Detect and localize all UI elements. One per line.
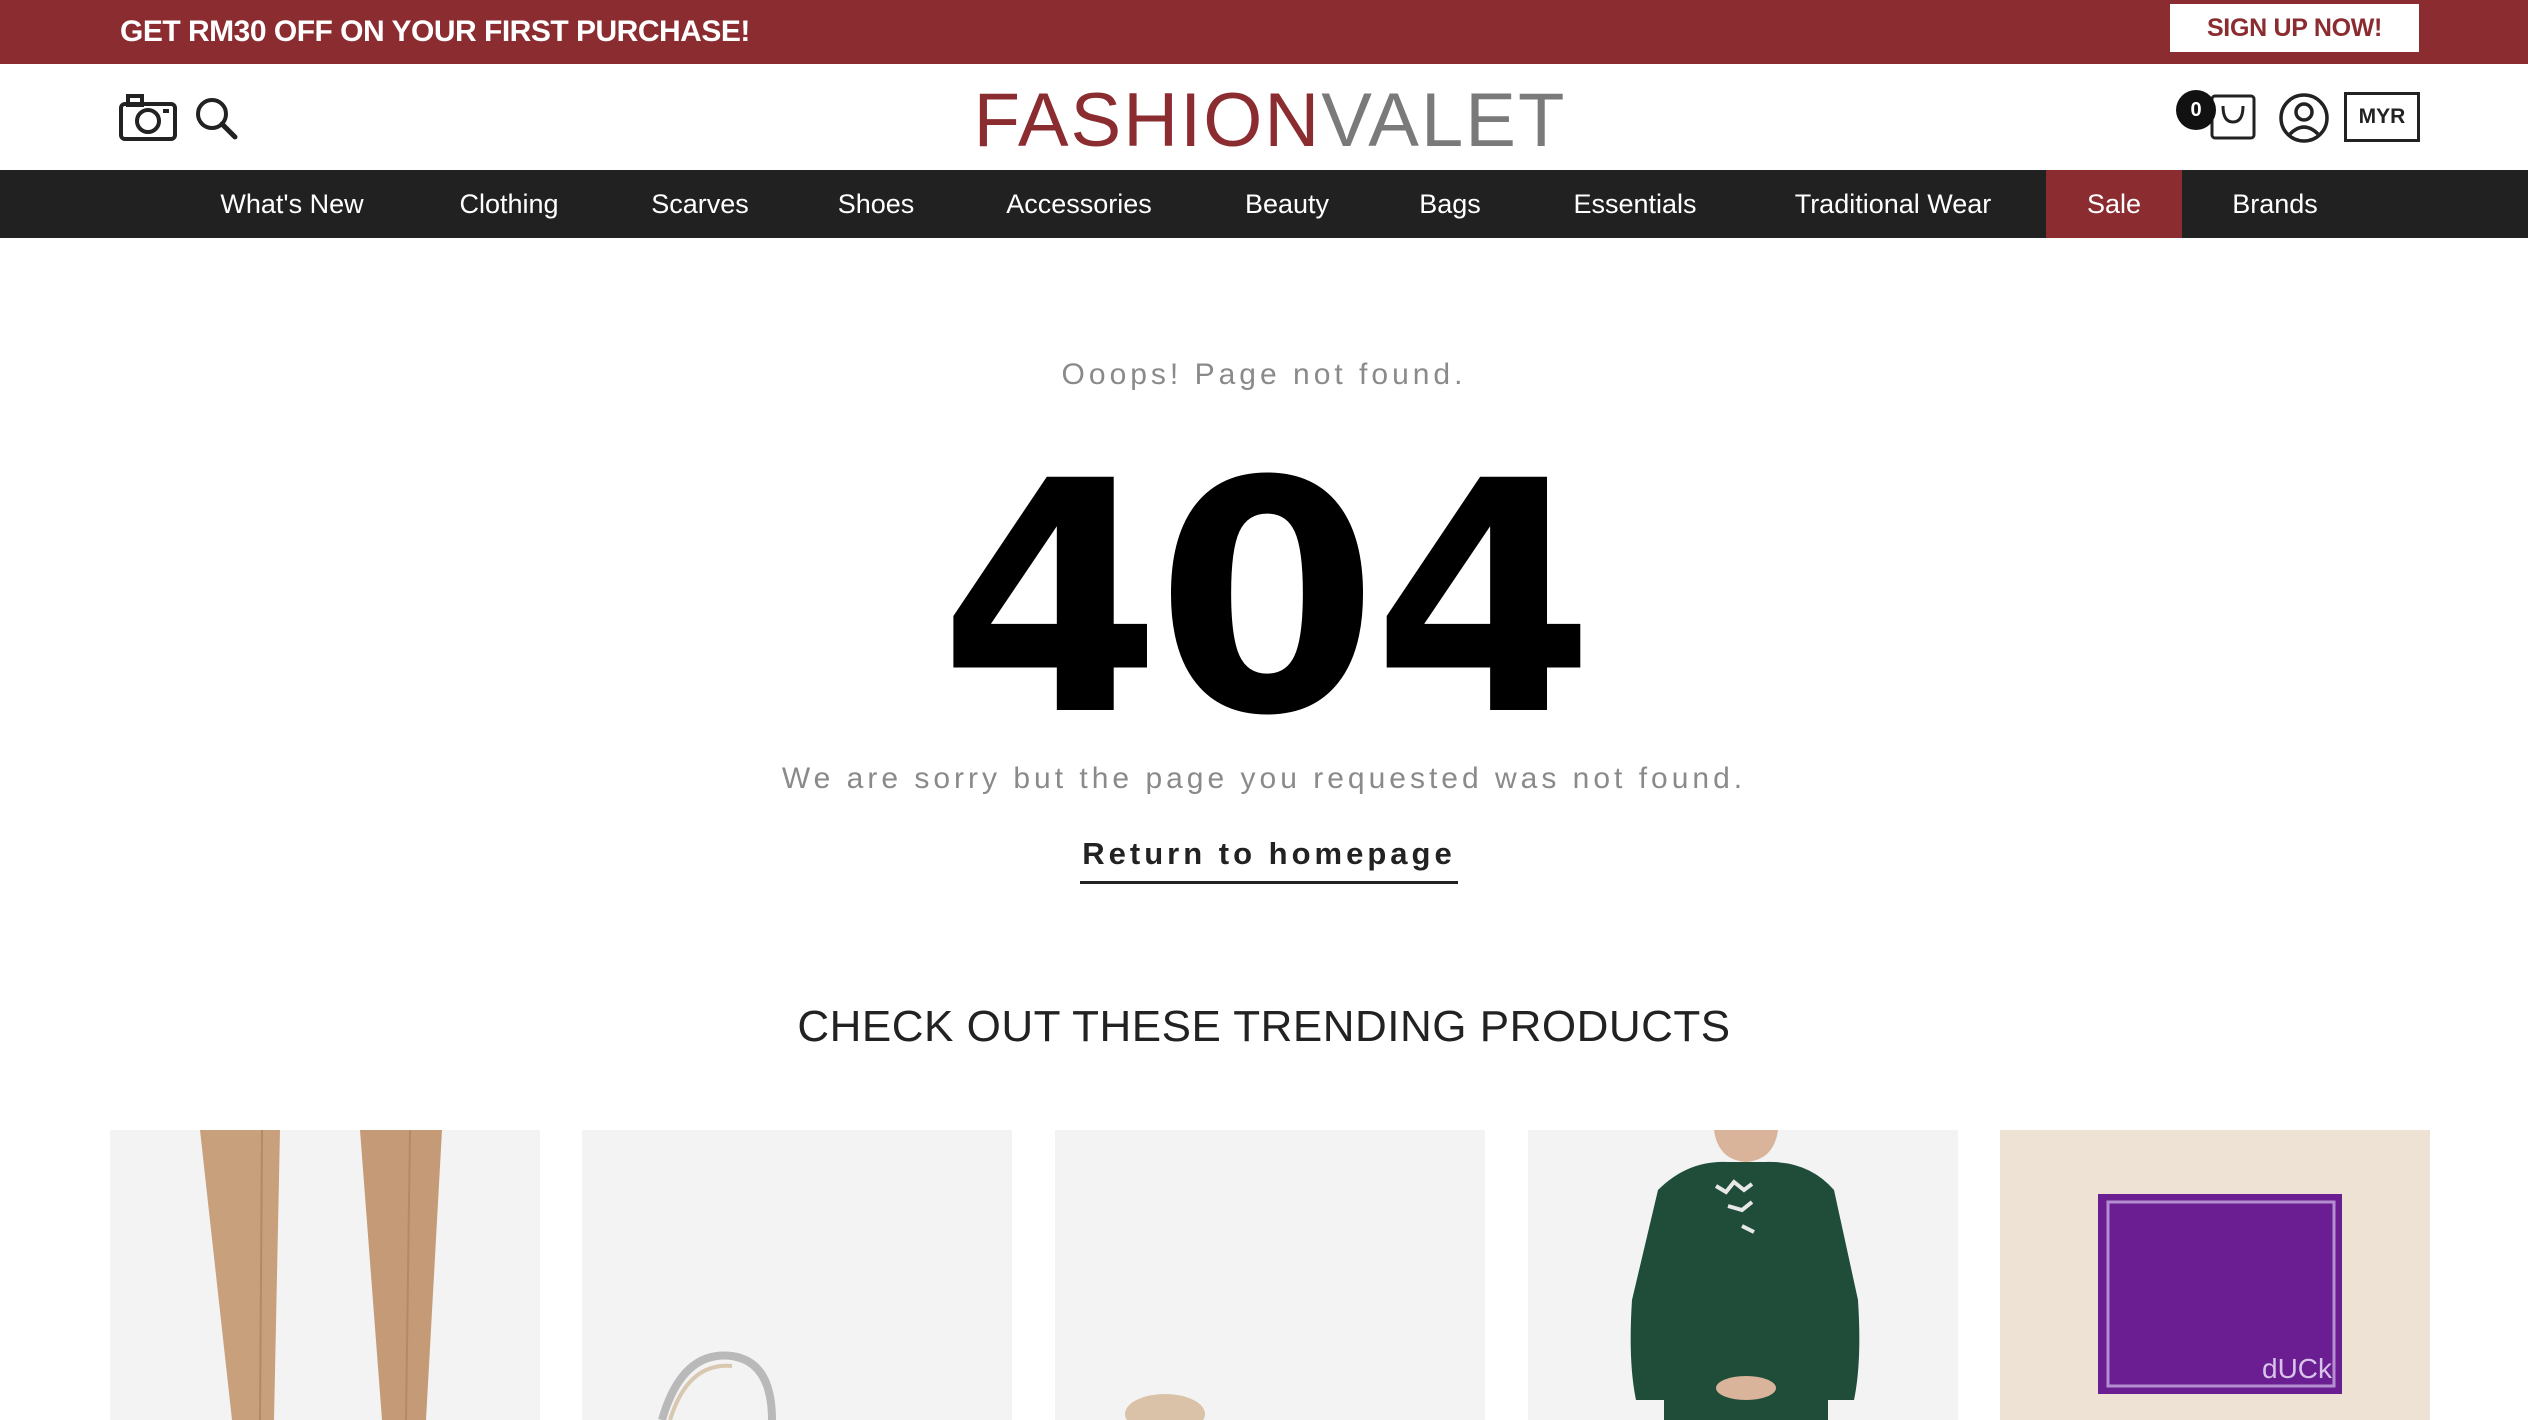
main-nav: What's New Clothing Scarves Shoes Access…	[0, 170, 2528, 238]
nav-item-shoes[interactable]: Shoes	[818, 170, 934, 238]
nav-item-clothing[interactable]: Clothing	[436, 170, 582, 238]
product-image: dUCk	[2000, 1130, 2430, 1420]
promo-bar: GET RM30 OFF ON YOUR FIRST PURCHASE! SIG…	[0, 0, 2528, 64]
product-card-beige-trousers[interactable]	[110, 1130, 540, 1420]
product-image	[1055, 1130, 1485, 1420]
promo-text[interactable]: GET RM30 OFF ON YOUR FIRST PURCHASE!	[120, 10, 750, 54]
product-card-green-blouse[interactable]	[1528, 1130, 1958, 1420]
product-image	[110, 1130, 540, 1420]
product-image	[1528, 1130, 1958, 1420]
product-card-nude-heel[interactable]	[1055, 1130, 1485, 1420]
currency-selector[interactable]: MYR	[2344, 92, 2420, 142]
nav-item-traditional-wear[interactable]: Traditional Wear	[1768, 170, 2018, 238]
product-card-purple-duck-box[interactable]: dUCk	[2000, 1130, 2430, 1420]
trending-title: CHECK OUT THESE TRENDING PRODUCTS	[797, 1002, 1731, 1051]
nav-item-whats-new[interactable]: What's New	[196, 170, 388, 238]
logo-part-fashion: FASHION	[973, 77, 1322, 163]
product-image	[582, 1130, 1012, 1420]
sign-up-button[interactable]: SIGN UP NOW!	[2170, 4, 2419, 52]
nav-item-beauty[interactable]: Beauty	[1222, 170, 1352, 238]
error-code: 404	[939, 414, 1595, 786]
nav-item-essentials[interactable]: Essentials	[1550, 170, 1720, 238]
duck-brand-mark: dUCk	[2262, 1353, 2333, 1384]
nav-item-bags[interactable]: Bags	[1400, 170, 1500, 238]
nav-item-brands[interactable]: Brands	[2210, 170, 2340, 238]
return-to-homepage-link[interactable]: Return to homepage	[1080, 836, 1458, 884]
camera-icon[interactable]	[118, 92, 178, 142]
nav-item-sale[interactable]: Sale	[2046, 170, 2182, 238]
fashionvalet-logo[interactable]: FASHION VALET	[974, 78, 1565, 163]
nav-item-accessories[interactable]: Accessories	[984, 170, 1174, 238]
search-icon[interactable]	[192, 94, 240, 142]
page-not-found-heading: Ooops! Page not found.	[1061, 358, 1467, 391]
product-card-strappy-sandal[interactable]	[582, 1130, 1012, 1420]
error-message: We are sorry but the page you requested …	[781, 762, 1747, 795]
logo-part-valet: VALET	[1321, 77, 1567, 163]
cart-count-badge: 0	[2176, 90, 2216, 130]
header: FASHION VALET MYR	[0, 64, 2528, 170]
nav-item-scarves[interactable]: Scarves	[630, 170, 770, 238]
user-icon[interactable]	[2278, 92, 2330, 144]
